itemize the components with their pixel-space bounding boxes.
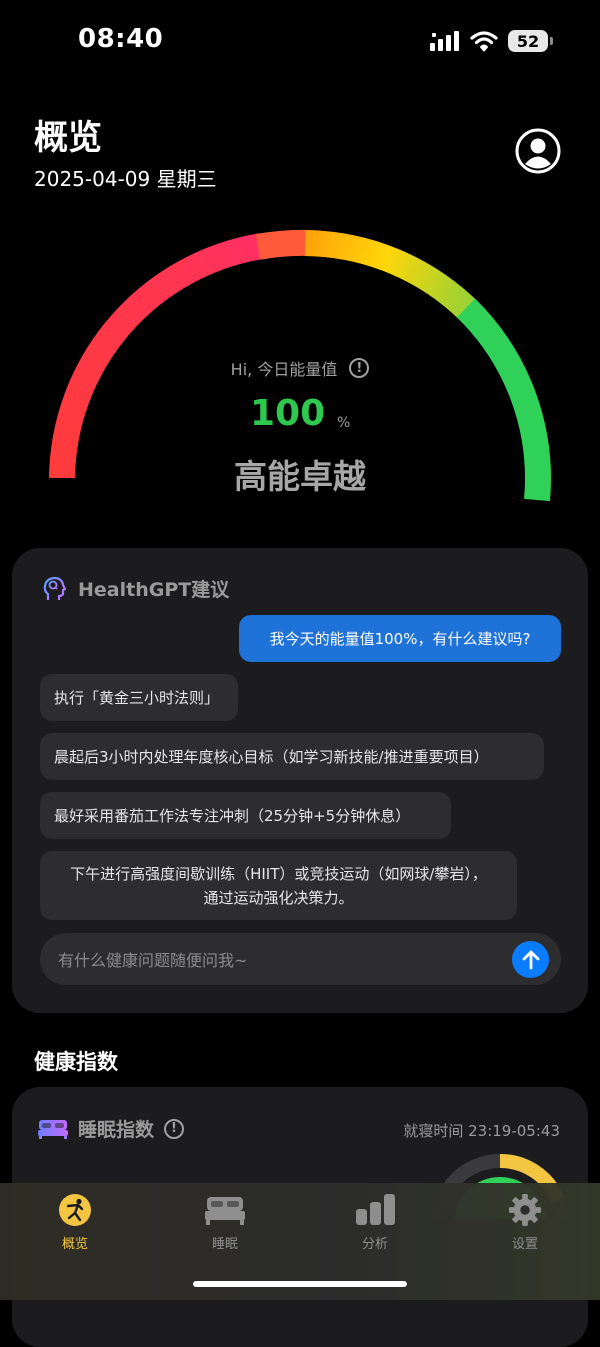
user-message-bubble: 我今天的能量值100%，有什么建议吗? [239,615,561,662]
status-time: 08:40 [78,24,164,54]
reply-bubble: 下午进行高强度间歇训练（HIIT）或竞技运动（如网球/攀岩）， 通过运动强化决策… [40,851,517,920]
healthgpt-title: HealthGPT建议 [78,579,230,601]
overview-icon [59,1194,91,1226]
reply-line: 通过运动强化决策力。 [203,888,354,907]
bed-icon [205,1197,245,1225]
energy-label-row: Hi, 今日能量值 ! [0,356,600,380]
cellular-signal-icon [430,31,459,51]
home-indicator [193,1281,407,1287]
reply-bubble: 最好采用番茄工作法专注冲刺（25分钟+5分钟休息） [40,792,451,839]
energy-value: 100 [250,393,326,434]
brain-head-icon [43,576,67,600]
bar-chart-icon [356,1194,395,1225]
reply-bubble: 执行「黄金三小时法则」 [40,674,238,721]
section-title: 健康指数 [34,1050,118,1074]
date-label: 2025-04-09 星期三 [34,167,217,191]
tab-label: 概览 [61,1237,88,1252]
tab-overview[interactable]: 概览 [15,1193,135,1252]
tab-label: 分析 [361,1237,388,1252]
info-icon[interactable]: ! [349,358,370,378]
healthgpt-header: HealthGPT建议 [42,575,229,602]
chat-input[interactable] [56,933,500,987]
arrow-up-icon [522,950,539,969]
status-icons: 52 [430,28,553,54]
sleep-info-icon[interactable]: ! [164,1118,185,1139]
reply-bubble: 晨起后3小时内处理年度核心目标（如学习新技能/推进重要项目） [40,733,544,780]
reply-line: 下午进行高强度间歇训练（HIIT）或竞技运动（如网球/攀岩）， [70,864,487,883]
profile-icon[interactable] [515,128,561,174]
bedtime-label: 就寝时间 23:19-05:43 [403,1122,560,1140]
energy-label: Hi, 今日能量值 [230,360,338,379]
tab-analysis[interactable]: 分析 [315,1193,435,1252]
wifi-icon [470,31,498,52]
tab-settings[interactable]: 设置 [465,1193,585,1252]
sleep-header: 睡眠指数 ! [38,1115,185,1142]
battery-indicator: 52 [508,30,553,52]
energy-status: 高能卓越 [234,457,366,496]
send-button[interactable] [512,941,549,978]
page-title: 概览 [34,118,102,158]
tab-label: 睡眠 [211,1237,238,1252]
bed-icon [38,1119,68,1139]
chat-input-bar [40,933,561,987]
sleep-index-title: 睡眠指数 [78,1119,155,1141]
tab-label: 设置 [511,1237,538,1252]
energy-unit: % [337,415,351,431]
tab-sleep[interactable]: 睡眠 [165,1193,285,1252]
gear-icon [508,1193,542,1227]
